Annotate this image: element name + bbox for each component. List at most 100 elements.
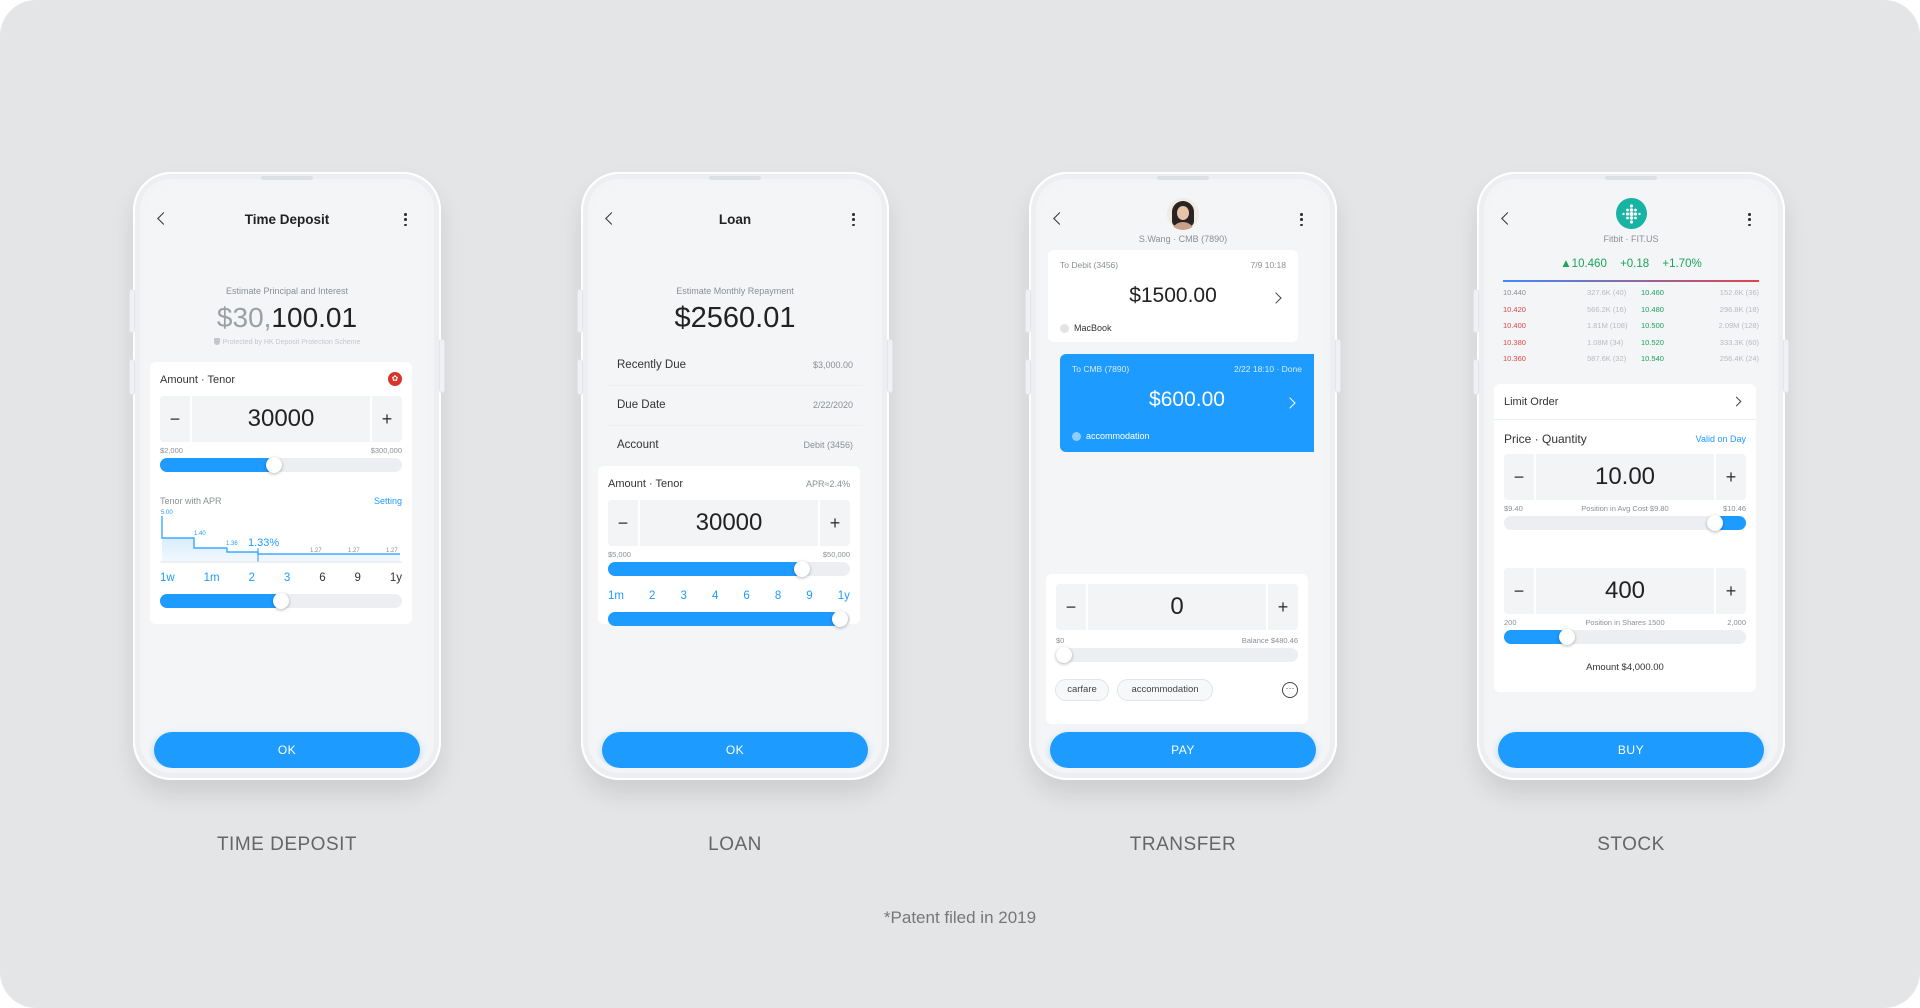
card-destination: To Debit (3456) (1060, 260, 1119, 270)
message-icon[interactable]: ··· (1282, 682, 1298, 698)
tenor-option[interactable]: 8 (775, 590, 781, 602)
amount-tenor-card: Amount · Tenor ✿ − 30000 + $2,000 $300,0… (150, 362, 412, 624)
slider-knob[interactable] (265, 457, 282, 473)
tenor-option[interactable]: 9 (806, 590, 812, 602)
apr-point-label: 5.00 (161, 510, 173, 516)
price-change-percent: +1.70% (1662, 258, 1702, 270)
bid-price: 10.440 (1503, 288, 1526, 297)
quantity-slider[interactable] (1504, 629, 1746, 645)
avatar[interactable] (1167, 198, 1199, 230)
increment-button[interactable]: + (1266, 584, 1298, 630)
row-label: Recently Due (617, 359, 687, 371)
order-total: Amount $4,000.00 (1586, 662, 1664, 673)
setting-link[interactable]: Setting (374, 496, 402, 506)
amount-slider[interactable] (1056, 647, 1298, 663)
card-destination: To CMB (7890) (1072, 364, 1130, 374)
tenor-option[interactable]: 2 (649, 590, 655, 602)
quantity-value[interactable]: 400 (1536, 568, 1714, 614)
increment-button[interactable]: + (1714, 568, 1746, 614)
more-icon[interactable] (1300, 213, 1303, 226)
tenor-option[interactable]: 1y (838, 590, 850, 602)
phone-side-button (130, 290, 134, 332)
phone-speaker (1157, 176, 1209, 180)
amount-value[interactable]: 0 (1088, 584, 1266, 630)
slider-knob[interactable] (1056, 647, 1073, 663)
decrement-button[interactable]: − (1504, 454, 1536, 500)
transfer-history-card-highlight[interactable]: To CMB (7890) 2/22 18:10 · Done $600.00 … (1060, 354, 1314, 452)
buy-button[interactable]: BUY (1498, 732, 1764, 768)
more-icon[interactable] (1748, 213, 1751, 226)
summary-label: Estimate Monthly Repayment (676, 286, 794, 296)
caption-stock: STOCK (1597, 834, 1665, 855)
range-max: $300,000 (370, 446, 402, 455)
note-chip[interactable]: carfare (1055, 679, 1109, 701)
detail-row[interactable]: Due Date 2/22/2020 (607, 386, 863, 426)
phone-side-button (1336, 340, 1340, 392)
bid-volume: 1.08M (34) (1587, 337, 1624, 347)
tenor-option[interactable]: 1m (204, 572, 220, 584)
caption-time-deposit: TIME DEPOSIT (216, 834, 358, 855)
slider-knob[interactable] (1706, 515, 1723, 531)
card-time: 2/22 18:10 · Done (1233, 364, 1302, 374)
back-icon[interactable] (1501, 212, 1514, 225)
tenor-option[interactable]: 3 (284, 572, 290, 584)
ok-button[interactable]: OK (602, 732, 868, 768)
order-type-row[interactable]: Limit Order (1494, 384, 1756, 420)
ok-button[interactable]: OK (154, 732, 420, 768)
increment-button[interactable]: + (818, 500, 850, 546)
valid-on-day-link[interactable]: Valid on Day (1696, 434, 1746, 444)
ticker-label: Fitbit · FIT.US (1603, 234, 1659, 244)
row-value[interactable]: 2/22/2020 (813, 400, 853, 410)
increment-button[interactable]: + (370, 396, 402, 442)
tenor-slider[interactable] (608, 611, 850, 627)
slider-knob[interactable] (273, 593, 289, 609)
amount-value[interactable]: 30000 (640, 500, 818, 546)
more-icon[interactable] (404, 213, 407, 226)
tenor-option[interactable]: 1y (390, 572, 402, 584)
bid-volume: 566.2K (16) (1587, 304, 1627, 314)
phone-stock: Fitbit · FIT.US ▲10.460 +0.18 +1.70% 10.… (1474, 172, 1788, 780)
tenor-option[interactable]: 9 (355, 572, 361, 584)
tenor-option[interactable]: 2 (249, 572, 255, 584)
decrement-button[interactable]: − (160, 396, 192, 442)
bid-volume: 327.6K (40) (1587, 288, 1627, 297)
slider-knob[interactable] (832, 611, 849, 627)
phone-side-button (1474, 360, 1478, 394)
tenor-option[interactable]: 6 (319, 572, 325, 584)
amount-value[interactable]: 30000 (192, 396, 370, 442)
order-book-row: 10.440 327.6K (40) 10.460 152.6K (36) (1503, 288, 1759, 305)
amount-stepper: − 30000 + (160, 396, 402, 442)
ask-price: 10.480 (1641, 304, 1664, 314)
fitbit-dots (1622, 204, 1641, 224)
price-value[interactable]: 10.00 (1536, 454, 1714, 500)
tenor-slider[interactable] (160, 593, 402, 609)
decrement-button[interactable]: − (1504, 568, 1536, 614)
decrement-button[interactable]: − (608, 500, 640, 546)
chevron-right-icon[interactable] (1731, 396, 1742, 407)
ask-volume: 2.09M (128) (1718, 321, 1759, 330)
amount-slider[interactable] (160, 457, 402, 473)
tenor-option[interactable]: 6 (743, 590, 749, 602)
price-slider[interactable] (1504, 515, 1746, 531)
more-icon[interactable] (852, 213, 855, 226)
tenor-option[interactable]: 1m (608, 590, 624, 602)
decrement-button[interactable]: − (1056, 584, 1088, 630)
slider-knob[interactable] (793, 561, 810, 577)
transfer-history-card[interactable]: To Debit (3456) 7/9 10:18 $1500.00 MacBo… (1048, 250, 1298, 342)
tenor-option[interactable]: 4 (712, 590, 718, 602)
tenor-option[interactable]: 3 (680, 590, 686, 602)
pay-button[interactable]: PAY (1050, 732, 1316, 768)
tenor-option[interactable]: 1w (160, 572, 175, 584)
note-chip[interactable]: accommodation (1117, 679, 1213, 701)
back-icon[interactable] (1053, 212, 1066, 225)
amount-slider[interactable] (608, 561, 850, 577)
row-value: $3,000.00 (812, 360, 853, 370)
showcase-stage: Time Deposit Estimate Principal and Inte… (0, 0, 1920, 1008)
increment-button[interactable]: + (1714, 454, 1746, 500)
detail-row[interactable]: Account Debit (3456) (607, 426, 863, 466)
slider-knob[interactable] (1558, 629, 1575, 645)
apr-point-label: 1.27 (348, 548, 360, 554)
apr-area (162, 516, 400, 562)
order-book-row: 10.380 1.08M (34) 10.520 333.3K (60) (1503, 338, 1759, 355)
card-time: 7/9 10:18 (1250, 260, 1286, 270)
